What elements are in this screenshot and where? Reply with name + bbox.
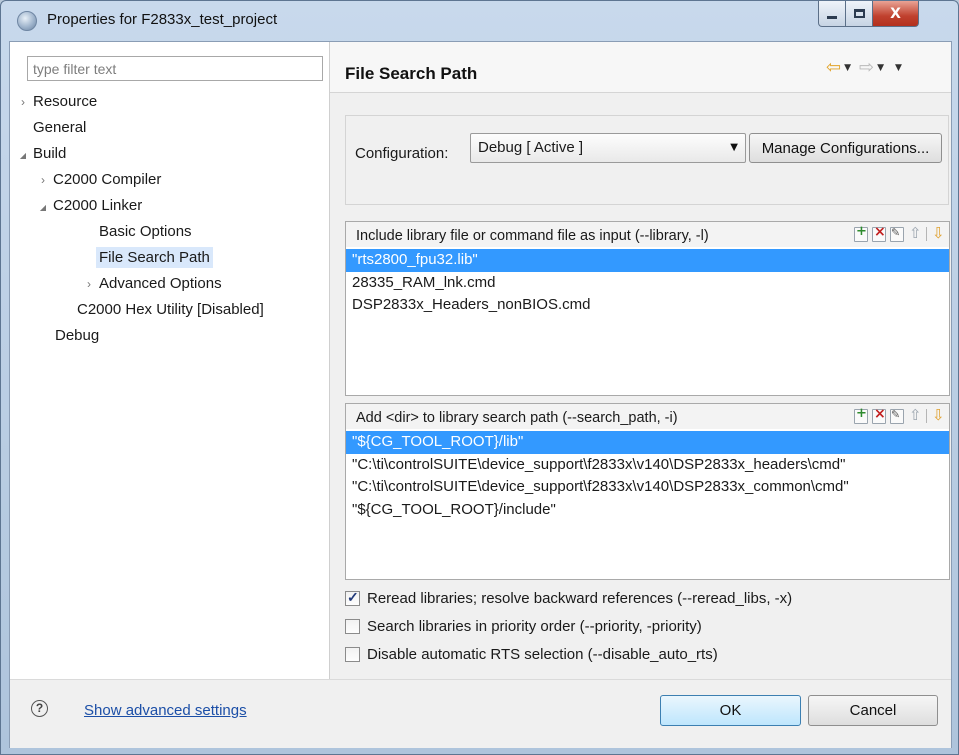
chevron-down-icon: ▼ <box>730 142 738 153</box>
chevron-right-icon[interactable]: › <box>16 90 30 114</box>
show-advanced-settings-link[interactable]: Show advanced settings <box>84 702 247 719</box>
list-item[interactable]: 28335_RAM_lnk.cmd <box>346 272 949 295</box>
library-list-toolbar <box>854 224 945 242</box>
move-down-icon[interactable] <box>931 224 945 242</box>
forward-button[interactable]: ⇨ ▼ <box>859 57 889 78</box>
chevron-right-icon[interactable]: › <box>82 272 96 296</box>
tree-item-resource[interactable]: › Resource <box>16 90 100 114</box>
maximize-button[interactable] <box>845 1 873 27</box>
disable-auto-rts-option[interactable]: Disable automatic RTS selection (--disab… <box>345 643 718 665</box>
tree-item-c2000-linker[interactable]: ◢ C2000 Linker <box>36 194 145 218</box>
chevron-down-icon[interactable]: ▼ <box>844 63 851 73</box>
search-path-list: "${CG_TOOL_ROOT}/lib" "C:\ti\controlSUIT… <box>346 431 949 521</box>
list-item[interactable]: "C:\ti\controlSUITE\device_support\f2833… <box>346 454 949 477</box>
priority-label: Search libraries in priority order (--pr… <box>367 617 702 635</box>
back-arrow-icon: ⇦ <box>826 57 842 78</box>
library-list-header: Include library file or command file as … <box>346 222 949 247</box>
view-menu-icon: ▼ <box>895 63 902 73</box>
page-header: File Search Path ⇦ ▼ ⇨ ▼ ▼ <box>330 42 951 93</box>
filter-input[interactable] <box>27 56 323 81</box>
list-item[interactable]: "rts2800_fpu32.lib" <box>346 249 949 272</box>
reread-libs-label: Reread libraries; resolve backward refer… <box>367 589 793 607</box>
tree-item-general[interactable]: General <box>30 116 89 140</box>
tree-item-build[interactable]: ◢ Build <box>16 142 69 166</box>
search-path-list-toolbar <box>854 406 945 424</box>
toolbar-separator <box>926 227 927 241</box>
property-page: File Search Path ⇦ ▼ ⇨ ▼ ▼ Configuration: <box>330 42 951 679</box>
configuration-group: Configuration: Debug [ Active ] ▼ Manage… <box>345 115 949 205</box>
library-list: "rts2800_fpu32.lib" 28335_RAM_lnk.cmd DS… <box>346 249 949 317</box>
history-nav: ⇦ ▼ ⇨ ▼ ▼ <box>826 58 907 78</box>
configuration-select[interactable]: Debug [ Active ] ▼ <box>470 133 746 163</box>
maximize-icon <box>853 9 865 18</box>
properties-window: Properties for F2833x_test_project X ›Re… <box>0 0 959 755</box>
title-bar[interactable]: Properties for F2833x_test_project X <box>1 1 958 41</box>
app-icon <box>17 11 37 31</box>
minimize-icon <box>827 16 837 19</box>
move-up-icon[interactable] <box>908 224 922 242</box>
configuration-label: Configuration: <box>355 145 449 162</box>
move-up-icon[interactable] <box>908 406 922 424</box>
search-path-list-group: Add <dir> to library search path (--sear… <box>345 403 950 580</box>
reread-libs-option[interactable]: Reread libraries; resolve backward refer… <box>345 587 792 609</box>
view-menu-button[interactable]: ▼ <box>892 63 907 73</box>
close-button[interactable]: X <box>872 1 919 27</box>
library-list-group: Include library file or command file as … <box>345 221 950 396</box>
back-button[interactable]: ⇦ ▼ <box>826 57 856 78</box>
property-tree-panel: ›Resource General ◢Build ›C2000 Compiler… <box>10 42 330 679</box>
delete-icon[interactable] <box>872 406 886 424</box>
list-item[interactable]: "${CG_TOOL_ROOT}/include" <box>346 499 949 522</box>
manage-configurations-button[interactable]: Manage Configurations... <box>749 133 942 163</box>
search-path-list-title: Add <dir> to library search path (--sear… <box>356 410 678 426</box>
edit-icon[interactable] <box>890 226 904 242</box>
add-icon[interactable] <box>854 224 868 242</box>
ok-button[interactable]: OK <box>660 695 801 726</box>
tree-item-debug[interactable]: Debug <box>52 324 102 348</box>
page-title: File Search Path <box>345 64 478 83</box>
expanded-triangle-icon[interactable]: ◢ <box>36 196 50 220</box>
move-down-icon[interactable] <box>931 406 945 424</box>
list-item[interactable]: "${CG_TOOL_ROOT}/lib" <box>346 431 949 454</box>
tree-item-c2000-compiler[interactable]: › C2000 Compiler <box>36 168 164 192</box>
chevron-right-icon[interactable]: › <box>36 168 50 192</box>
forward-arrow-icon: ⇨ <box>859 57 875 78</box>
add-icon[interactable] <box>854 406 868 424</box>
list-item[interactable]: "C:\ti\controlSUITE\device_support\f2833… <box>346 476 949 499</box>
disable-auto-rts-label: Disable automatic RTS selection (--disab… <box>367 645 718 663</box>
dialog-footer: ? Show advanced settings OK Cancel <box>10 679 951 748</box>
dialog-client-area: ›Resource General ◢Build ›C2000 Compiler… <box>9 41 952 748</box>
configuration-value: Debug [ Active ] <box>478 139 584 156</box>
library-list-title: Include library file or command file as … <box>356 228 709 244</box>
minimize-button[interactable] <box>818 1 846 27</box>
chevron-down-icon[interactable]: ▼ <box>877 63 884 73</box>
disable-auto-rts-checkbox[interactable] <box>345 646 360 662</box>
search-path-list-header: Add <dir> to library search path (--sear… <box>346 404 949 429</box>
priority-checkbox[interactable] <box>345 618 360 634</box>
tree-item-c2000-hex-utility[interactable]: C2000 Hex Utility [Disabled] <box>74 298 267 322</box>
tree-item-file-search-path[interactable]: File Search Path <box>96 246 213 270</box>
help-icon[interactable]: ? <box>31 700 48 717</box>
reread-libs-checkbox[interactable] <box>345 589 360 606</box>
cancel-button[interactable]: Cancel <box>808 695 938 726</box>
tree-item-advanced-options[interactable]: › Advanced Options <box>82 272 225 296</box>
window-title: Properties for F2833x_test_project <box>47 11 278 28</box>
toolbar-separator <box>926 409 927 423</box>
expanded-triangle-icon[interactable]: ◢ <box>16 144 30 168</box>
delete-icon[interactable] <box>872 224 886 242</box>
list-item[interactable]: DSP2833x_Headers_nonBIOS.cmd <box>346 294 949 317</box>
edit-icon[interactable] <box>890 408 904 424</box>
priority-option[interactable]: Search libraries in priority order (--pr… <box>345 615 702 637</box>
tree-item-basic-options[interactable]: Basic Options <box>96 220 195 244</box>
